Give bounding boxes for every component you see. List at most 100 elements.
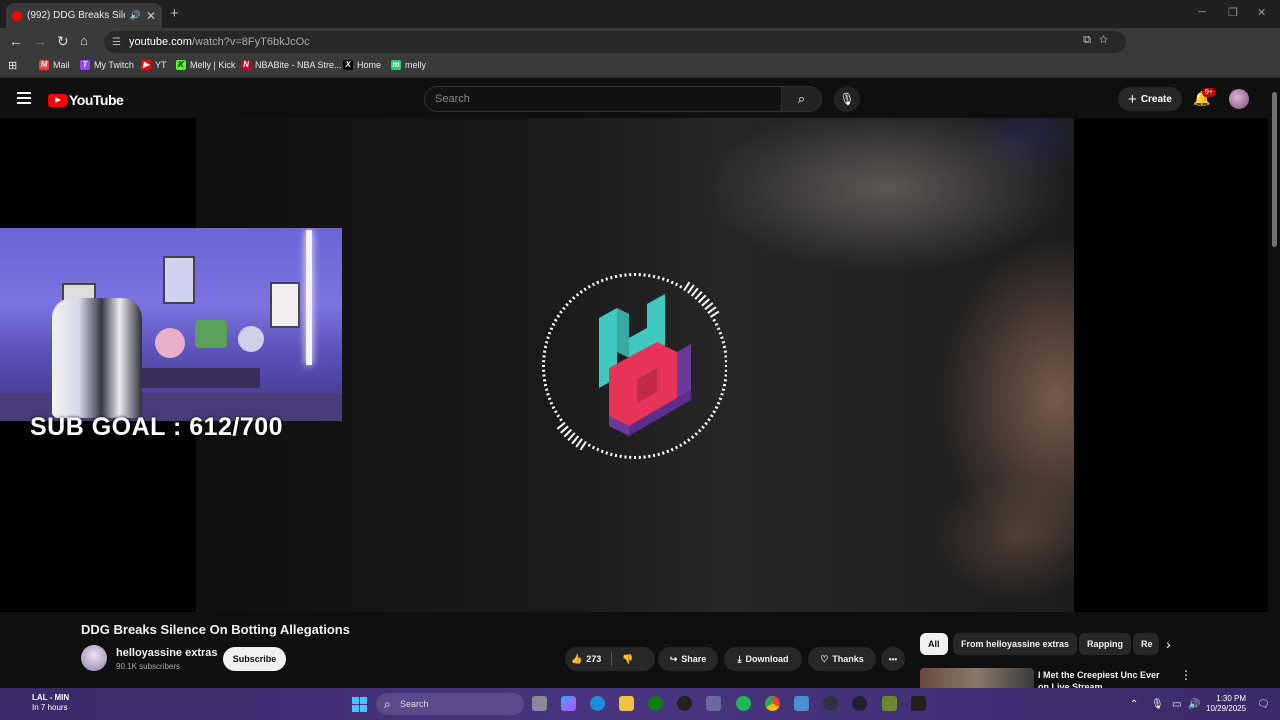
- visualizer-tick: [562, 306, 566, 311]
- task-view-icon[interactable]: [532, 696, 547, 711]
- browser-tab-active[interactable]: (992) DDG Breaks Silence O 🔊 ✕: [6, 3, 162, 28]
- visualizer-tick: [709, 414, 714, 418]
- visualizer-tick: [547, 331, 552, 335]
- bookmark-nbabite[interactable]: N NBABite - NBA Stre...: [241, 60, 342, 70]
- visualizer-tick: [614, 274, 618, 279]
- thanks-label: Thanks: [832, 654, 864, 664]
- weather-title: LAL - MIN: [32, 693, 70, 702]
- speaker-icon[interactable]: 🔊: [130, 10, 141, 21]
- app-icon[interactable]: [882, 696, 897, 711]
- youtube-logo[interactable]: YouTube: [48, 92, 124, 108]
- guide-menu-icon[interactable]: [17, 92, 31, 107]
- apps-grid-icon[interactable]: ⊞: [8, 59, 17, 72]
- page-scrollbar[interactable]: [1272, 92, 1277, 247]
- microphone-tray-icon[interactable]: 🎙: [1151, 699, 1164, 710]
- visualizer-tick: [553, 318, 558, 322]
- bookmark-kick[interactable]: K Melly | Kick: [176, 60, 235, 70]
- visualizer-tick: [546, 336, 550, 340]
- app-icon[interactable]: [911, 696, 926, 711]
- address-bar[interactable]: ☰ youtube.com/watch?v=8FyT6bkJcOc ⧉☆: [104, 31, 1126, 53]
- window-close-icon[interactable]: ✕: [1257, 6, 1266, 19]
- video-title: DDG Breaks Silence On Botting Allegation…: [81, 622, 350, 637]
- spotify-icon[interactable]: [736, 696, 751, 711]
- like-icon[interactable]: 👍: [571, 654, 582, 665]
- site-info-icon[interactable]: ☰: [112, 37, 121, 48]
- visualizer-tick: [721, 340, 726, 344]
- dislike-icon[interactable]: 👎: [622, 654, 633, 665]
- recommended-menu-icon[interactable]: ⋮: [1180, 668, 1192, 682]
- create-button[interactable]: + Create: [1118, 87, 1182, 111]
- visualizer-tick: [572, 296, 576, 300]
- edge-icon[interactable]: [590, 696, 605, 711]
- channel-name[interactable]: helloyassine extras: [116, 647, 218, 659]
- system-clock[interactable]: 1:30 PM 10/29/2025: [1206, 694, 1246, 714]
- taskbar-search[interactable]: Search: [376, 693, 524, 715]
- maximize-icon[interactable]: ❐: [1228, 6, 1238, 19]
- visualizer-tick: [544, 388, 549, 392]
- visualizer-tick: [716, 401, 721, 405]
- channel-avatar[interactable]: [81, 645, 107, 671]
- weather-widget[interactable]: LAL - MIN In 7 hours: [14, 693, 69, 713]
- x-icon: X: [343, 60, 353, 70]
- download-button[interactable]: ⤓ Download: [724, 647, 802, 671]
- visualizer-tick: [549, 401, 554, 405]
- tray-overflow-icon[interactable]: ⌃: [1130, 699, 1138, 710]
- nba-icon: N: [241, 60, 251, 70]
- share-label: Share: [681, 654, 707, 664]
- chevron-right-icon[interactable]: ›: [1166, 636, 1171, 652]
- visualizer-tick: [722, 345, 727, 349]
- back-icon[interactable]: ←: [9, 33, 23, 49]
- tab-close-icon[interactable]: ✕: [146, 9, 156, 23]
- search-button[interactable]: ⌕: [782, 86, 822, 112]
- bookmark-home[interactable]: X Home: [343, 60, 381, 70]
- webcam-overlay: [0, 228, 342, 421]
- account-avatar[interactable]: [1229, 89, 1249, 109]
- minimize-icon[interactable]: ─: [1198, 6, 1206, 18]
- thanks-button[interactable]: ♡ Thanks: [808, 647, 876, 671]
- new-tab-button[interactable]: +: [170, 5, 179, 22]
- bookmark-mail[interactable]: M Mail: [39, 60, 70, 70]
- share-button[interactable]: ↪ Share: [658, 647, 718, 671]
- windows-start-icon[interactable]: [352, 697, 367, 712]
- bookmark-label: My Twitch: [94, 60, 134, 70]
- obs-icon[interactable]: [677, 696, 692, 711]
- chip-partial[interactable]: Re: [1133, 633, 1159, 655]
- chrome-icon[interactable]: [765, 696, 780, 711]
- subscribe-button[interactable]: Subscribe: [223, 647, 286, 671]
- subscriber-count: 90.1K subscribers: [116, 662, 181, 671]
- app-icon[interactable]: [852, 696, 867, 711]
- bookmark-melly[interactable]: m melly: [391, 60, 426, 70]
- chip-rapping[interactable]: Rapping: [1079, 633, 1131, 655]
- channel-logo-icon: [599, 294, 691, 436]
- more-actions-button[interactable]: •••: [881, 647, 905, 671]
- visualizer-tick: [556, 414, 561, 418]
- like-count[interactable]: 273: [586, 654, 601, 664]
- xbox-icon[interactable]: [648, 696, 663, 711]
- visualizer-tick: [587, 443, 591, 448]
- chip-from-channel[interactable]: From helloyassine extras: [953, 633, 1078, 655]
- notification-center-icon[interactable]: 🗨: [1257, 699, 1270, 710]
- visualizer-tick: [556, 421, 566, 430]
- search-input[interactable]: Search: [424, 86, 782, 112]
- volume-icon[interactable]: 🔊: [1188, 699, 1200, 710]
- chip-all[interactable]: All: [920, 633, 948, 655]
- voice-search-button[interactable]: 🎙: [834, 86, 860, 112]
- reload-icon[interactable]: ↻: [57, 33, 69, 50]
- network-icon[interactable]: ▭: [1172, 699, 1181, 710]
- media-player-icon[interactable]: [823, 696, 838, 711]
- bookmark-star-icon[interactable]: ⧉☆: [1083, 34, 1116, 47]
- bookmarks-bar: ⊞ M Mail T My Twitch ▶ YT K Melly | Kick N NB…: [0, 56, 1280, 78]
- visualizer-tick: [661, 451, 665, 455]
- wall-poster: [163, 256, 195, 304]
- home-icon[interactable]: ⌂: [80, 33, 88, 48]
- visualizer-tick: [721, 388, 726, 392]
- visualizer-tick: [600, 278, 604, 283]
- file-explorer-icon[interactable]: [619, 696, 634, 711]
- like-dislike-group: 👍 273 👎: [565, 647, 655, 671]
- bookmark-twitch[interactable]: T My Twitch: [80, 60, 134, 70]
- bookmark-yt[interactable]: ▶ YT: [141, 60, 167, 70]
- forward-icon[interactable]: →: [33, 33, 47, 49]
- photos-icon[interactable]: [794, 696, 809, 711]
- copilot-icon[interactable]: [561, 696, 576, 711]
- store-icon[interactable]: [706, 696, 721, 711]
